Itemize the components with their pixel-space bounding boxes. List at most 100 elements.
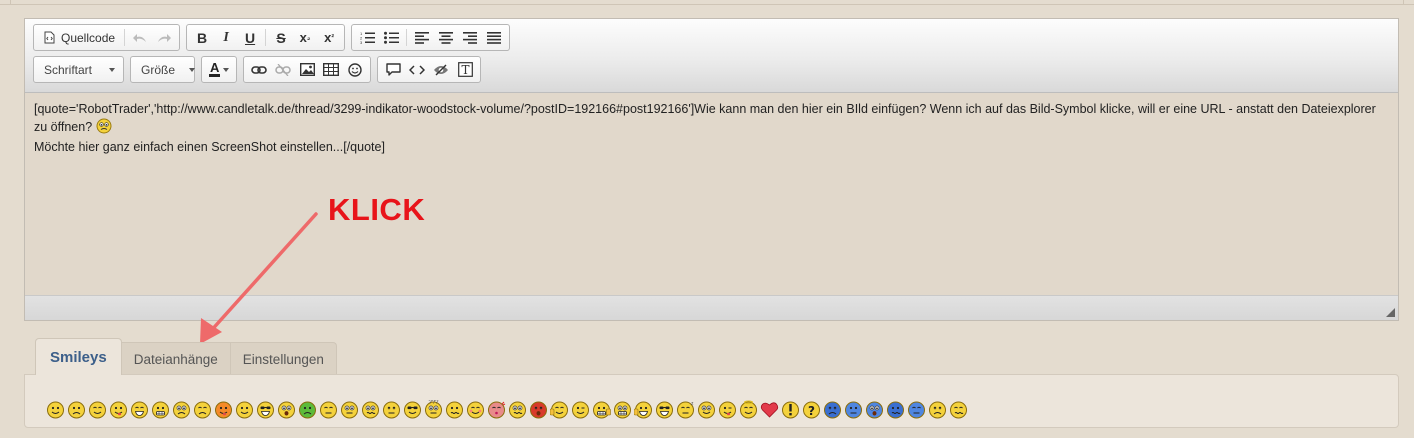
- kiss-icon[interactable]: [487, 400, 506, 419]
- remove-link-button[interactable]: [271, 59, 295, 80]
- wysiwyg-editor: Quellcode B I U S x₂ x² 1 2 3 Schriftart…: [24, 18, 1399, 321]
- quote-button[interactable]: [381, 59, 405, 80]
- insert-image-button[interactable]: [295, 59, 319, 80]
- strikethrough-button[interactable]: S: [269, 27, 293, 48]
- italic-button[interactable]: I: [214, 27, 238, 48]
- separator: [124, 29, 126, 46]
- cool-thumbs-icon[interactable]: [655, 400, 674, 419]
- dizzy-icon[interactable]: [949, 400, 968, 419]
- smile-icon[interactable]: [46, 400, 65, 419]
- svg-text:T: T: [461, 63, 469, 77]
- undo-button[interactable]: [128, 27, 152, 48]
- pleased-icon[interactable]: [235, 400, 254, 419]
- rolling-icon[interactable]: [340, 400, 359, 419]
- sleep-icon[interactable]: z: [676, 400, 695, 419]
- top-divider-left: [10, 0, 11, 5]
- tongue-icon[interactable]: [109, 400, 128, 419]
- insert-link-button[interactable]: [247, 59, 271, 80]
- blue-cry-icon[interactable]: [823, 400, 842, 419]
- meh-icon[interactable]: [88, 400, 107, 419]
- toolbar-row-2: Schriftart Größe A T: [33, 56, 1398, 83]
- worried-icon[interactable]: [172, 400, 191, 419]
- confused-icon[interactable]: [361, 400, 380, 419]
- format-group: B I U S x₂ x²: [186, 24, 346, 51]
- eyeroll-icon[interactable]: [697, 400, 716, 419]
- spoiler-button[interactable]: [429, 59, 453, 80]
- text-color-button[interactable]: A: [205, 59, 233, 80]
- insert-table-button[interactable]: [319, 59, 343, 80]
- thumbs-icon[interactable]: [550, 400, 569, 419]
- image-icon: [299, 63, 315, 76]
- unsure-icon[interactable]: [445, 400, 464, 419]
- dead-icon[interactable]: [382, 400, 401, 419]
- align-left-button[interactable]: [410, 27, 434, 48]
- chevron-down-icon: [109, 67, 115, 72]
- blue-happy-icon[interactable]: [865, 400, 884, 419]
- font-family-dropdown[interactable]: Schriftart: [33, 56, 124, 83]
- angry-icon[interactable]: [529, 400, 548, 419]
- align-justify-button[interactable]: [482, 27, 506, 48]
- blue-sad-icon[interactable]: [886, 400, 905, 419]
- squint-icon[interactable]: [508, 400, 527, 419]
- editor-content-area[interactable]: [quote='RobotTrader','http://www.candlet…: [25, 93, 1398, 295]
- sad-icon[interactable]: [67, 400, 86, 419]
- subscript-button[interactable]: x₂: [293, 27, 317, 48]
- color-group: A: [201, 56, 238, 83]
- annotation-label: KLICK: [328, 192, 426, 227]
- top-divider: [0, 4, 1414, 5]
- wink-2-icon[interactable]: [718, 400, 737, 419]
- font-size-dropdown[interactable]: Größe: [130, 56, 196, 83]
- biggrin-icon[interactable]: [151, 400, 170, 419]
- content-text: [quote='RobotTrader','http://www.candlet…: [34, 102, 1376, 134]
- unordered-list-button[interactable]: [379, 27, 403, 48]
- list-align-group: 123: [351, 24, 511, 51]
- dead-2-icon[interactable]: [928, 400, 947, 419]
- tab-settings[interactable]: Einstellungen: [230, 342, 337, 375]
- neutral-icon[interactable]: [319, 400, 338, 419]
- exclamation-icon[interactable]: [781, 400, 800, 419]
- wink-icon[interactable]: [571, 400, 590, 419]
- cool-icon[interactable]: [403, 400, 422, 419]
- svg-text:???: ???: [428, 400, 439, 406]
- tab-attachments[interactable]: Dateianhänge: [121, 342, 231, 375]
- unordered-list-icon: [383, 31, 399, 44]
- heart-icon[interactable]: [760, 400, 779, 419]
- bold-button[interactable]: B: [190, 27, 214, 48]
- red-face-icon[interactable]: [214, 400, 233, 419]
- code-button[interactable]: [405, 59, 429, 80]
- font-family-label: Schriftart: [44, 62, 93, 77]
- blue-smile-icon[interactable]: [844, 400, 863, 419]
- insert-smiley-button[interactable]: [343, 59, 367, 80]
- source-code-button[interactable]: Quellcode: [37, 27, 121, 48]
- blue-neutral-icon[interactable]: [907, 400, 926, 419]
- superscript-button[interactable]: x²: [317, 27, 341, 48]
- thumbs-up-2-icon[interactable]: [634, 400, 653, 419]
- question-icon[interactable]: ?: [802, 400, 821, 419]
- source-group: Quellcode: [33, 24, 181, 51]
- source-code-label: Quellcode: [61, 30, 116, 45]
- sick-icon[interactable]: [298, 400, 317, 419]
- resize-grip-icon[interactable]: [1386, 308, 1395, 317]
- align-right-button[interactable]: [458, 27, 482, 48]
- align-justify-icon: [487, 31, 502, 44]
- editor-toolbar: Quellcode B I U S x₂ x² 1 2 3 Schriftart…: [25, 19, 1398, 93]
- annoyed-icon[interactable]: [193, 400, 212, 419]
- redo-button[interactable]: [152, 27, 176, 48]
- grin-icon[interactable]: [130, 400, 149, 419]
- question-marks-icon[interactable]: ???: [424, 400, 443, 419]
- separator: [406, 29, 408, 46]
- thumbs-up-icon[interactable]: [592, 400, 611, 419]
- align-center-button[interactable]: [434, 27, 458, 48]
- surprised-icon[interactable]: [277, 400, 296, 419]
- redo-icon: [158, 33, 172, 42]
- blush-icon[interactable]: [466, 400, 485, 419]
- editor-tabs: Smileys Dateianhänge Einstellungen: [35, 338, 337, 375]
- tt-button[interactable]: T: [453, 59, 477, 80]
- tab-smileys[interactable]: Smileys: [35, 338, 122, 375]
- ordered-list-button[interactable]: 123: [355, 27, 379, 48]
- laugh-icon[interactable]: [256, 400, 275, 419]
- underline-button[interactable]: U: [238, 27, 262, 48]
- angel-icon[interactable]: [739, 400, 758, 419]
- align-left-icon: [415, 31, 430, 44]
- crazy-icon[interactable]: [613, 400, 632, 419]
